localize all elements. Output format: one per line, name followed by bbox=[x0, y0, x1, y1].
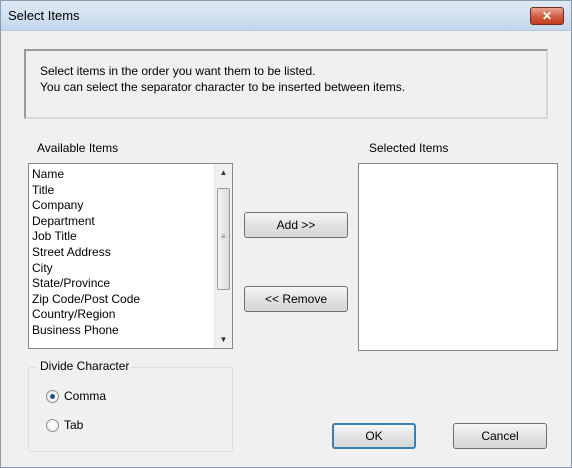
selected-items-label: Selected Items bbox=[369, 141, 449, 155]
comma-radio-label: Comma bbox=[64, 389, 107, 403]
list-item[interactable]: Name bbox=[32, 167, 210, 183]
available-items-listbox[interactable]: Name Title Company Department Job Title … bbox=[28, 163, 233, 349]
instructions-line-2: You can select the separator character t… bbox=[40, 80, 406, 94]
selected-items-listbox[interactable] bbox=[358, 163, 558, 351]
divide-character-group bbox=[28, 367, 233, 452]
list-item[interactable]: Job Title bbox=[32, 229, 210, 245]
comma-radio-option[interactable]: Comma bbox=[46, 389, 106, 403]
instructions-box: Select items in the order you want them … bbox=[24, 49, 548, 119]
tab-radio-label: Tab bbox=[64, 418, 84, 432]
scroll-down-arrow-icon[interactable]: ▼ bbox=[215, 331, 232, 348]
close-icon: ✕ bbox=[541, 9, 553, 23]
available-items-scrollbar[interactable]: ▲ ≡ ▼ bbox=[214, 164, 232, 348]
ok-button[interactable]: OK bbox=[332, 423, 416, 449]
list-item[interactable]: Business Phone bbox=[32, 323, 210, 339]
list-item[interactable]: Zip Code/Post Code bbox=[32, 292, 210, 308]
list-item[interactable]: Company bbox=[32, 198, 210, 214]
cancel-button[interactable]: Cancel bbox=[453, 423, 547, 449]
title-bar: Select Items ✕ bbox=[1, 1, 571, 31]
grip-icon: ≡ bbox=[221, 232, 226, 241]
list-item[interactable]: Country/Region bbox=[32, 307, 210, 323]
divide-character-label: Divide Character bbox=[37, 359, 133, 373]
scroll-up-arrow-icon[interactable]: ▲ bbox=[215, 164, 232, 181]
tab-radio-option[interactable]: Tab bbox=[46, 418, 83, 432]
comma-radio-button[interactable] bbox=[46, 389, 59, 403]
list-item[interactable]: Street Address bbox=[32, 245, 210, 261]
available-items-label: Available Items bbox=[37, 141, 119, 155]
add-button[interactable]: Add >> bbox=[244, 212, 348, 238]
list-item[interactable]: State/Province bbox=[32, 276, 210, 292]
list-item[interactable]: Department bbox=[32, 214, 210, 230]
close-button[interactable]: ✕ bbox=[530, 7, 564, 25]
window-title: Select Items bbox=[8, 8, 80, 23]
select-items-dialog: Select Items ✕ Select items in the order… bbox=[0, 0, 572, 468]
instructions-line-1: Select items in the order you want them … bbox=[40, 64, 316, 78]
available-items-list: Name Title Company Department Job Title … bbox=[32, 167, 210, 339]
tab-radio-button[interactable] bbox=[46, 418, 59, 432]
list-item[interactable]: Title bbox=[32, 183, 210, 199]
list-item[interactable]: City bbox=[32, 261, 210, 277]
scrollbar-thumb[interactable]: ≡ bbox=[217, 188, 230, 290]
remove-button[interactable]: << Remove bbox=[244, 286, 348, 312]
